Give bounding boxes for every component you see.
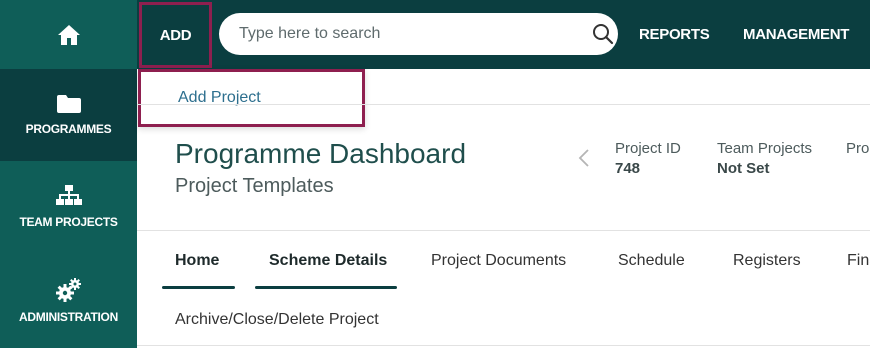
search-input[interactable]: [239, 25, 579, 43]
tab-home-underline: [162, 286, 235, 289]
meta-label: Team Projects: [717, 140, 813, 157]
gears-icon: [55, 277, 83, 302]
tab-registers[interactable]: Registers: [733, 252, 801, 270]
management-menu-link[interactable]: MANAGEMENT: [743, 0, 849, 69]
add-menu-button[interactable]: ADD: [139, 2, 212, 68]
sidebar-item-label: TEAM PROJECTS: [19, 215, 118, 229]
tab-finance[interactable]: Fina: [847, 252, 870, 270]
divider: [137, 104, 870, 105]
folder-icon: [56, 94, 82, 114]
meta-value: Not Set: [717, 160, 770, 177]
tab-home[interactable]: Home: [175, 252, 219, 270]
tab-schedule[interactable]: Schedule: [618, 252, 685, 270]
tab-scheme-details[interactable]: Scheme Details: [269, 252, 387, 270]
tab-archive-close-delete-project[interactable]: Archive/Close/Delete Project: [175, 311, 379, 329]
top-navbar: ADD REPORTS MANAGEMENT: [137, 0, 870, 69]
page-subtitle: Project Templates: [175, 175, 334, 197]
meta-team-projects: Team Projects Not Set: [717, 140, 812, 177]
search-icon[interactable]: [592, 23, 614, 50]
sidebar-item-home[interactable]: [0, 0, 137, 69]
sidebar: PROGRAMMES TEAM PROJECTS ADMINISTRATION: [0, 0, 137, 348]
meta-project-id: Project ID 748: [615, 140, 681, 177]
divider: [137, 345, 870, 346]
sidebar-item-label: ADMINISTRATION: [19, 309, 118, 324]
tab-project-documents[interactable]: Project Documents: [431, 252, 566, 270]
org-chart-icon: [55, 185, 82, 207]
chevron-left-icon[interactable]: [578, 148, 590, 173]
meta-truncated: Pro: [846, 140, 869, 157]
sidebar-item-administration[interactable]: ADMINISTRATION: [0, 253, 137, 348]
sidebar-item-programmes[interactable]: PROGRAMMES: [0, 69, 137, 161]
app-root: PROGRAMMES TEAM PROJECTS ADMINISTRATION …: [0, 0, 870, 348]
reports-menu-link[interactable]: REPORTS: [639, 0, 710, 69]
sidebar-item-team-projects[interactable]: TEAM PROJECTS: [0, 161, 137, 253]
search-box: [219, 13, 618, 55]
meta-value: 748: [615, 160, 641, 177]
sidebar-item-label: PROGRAMMES: [25, 122, 112, 136]
tab-scheme-details-underline: [255, 286, 397, 289]
home-icon: [57, 24, 81, 46]
add-dropdown-menu: Add Project: [138, 69, 365, 127]
divider: [137, 230, 870, 231]
page-title: Programme Dashboard: [175, 138, 467, 169]
meta-label: Project ID: [615, 140, 681, 157]
meta-label: Pro: [846, 140, 870, 157]
